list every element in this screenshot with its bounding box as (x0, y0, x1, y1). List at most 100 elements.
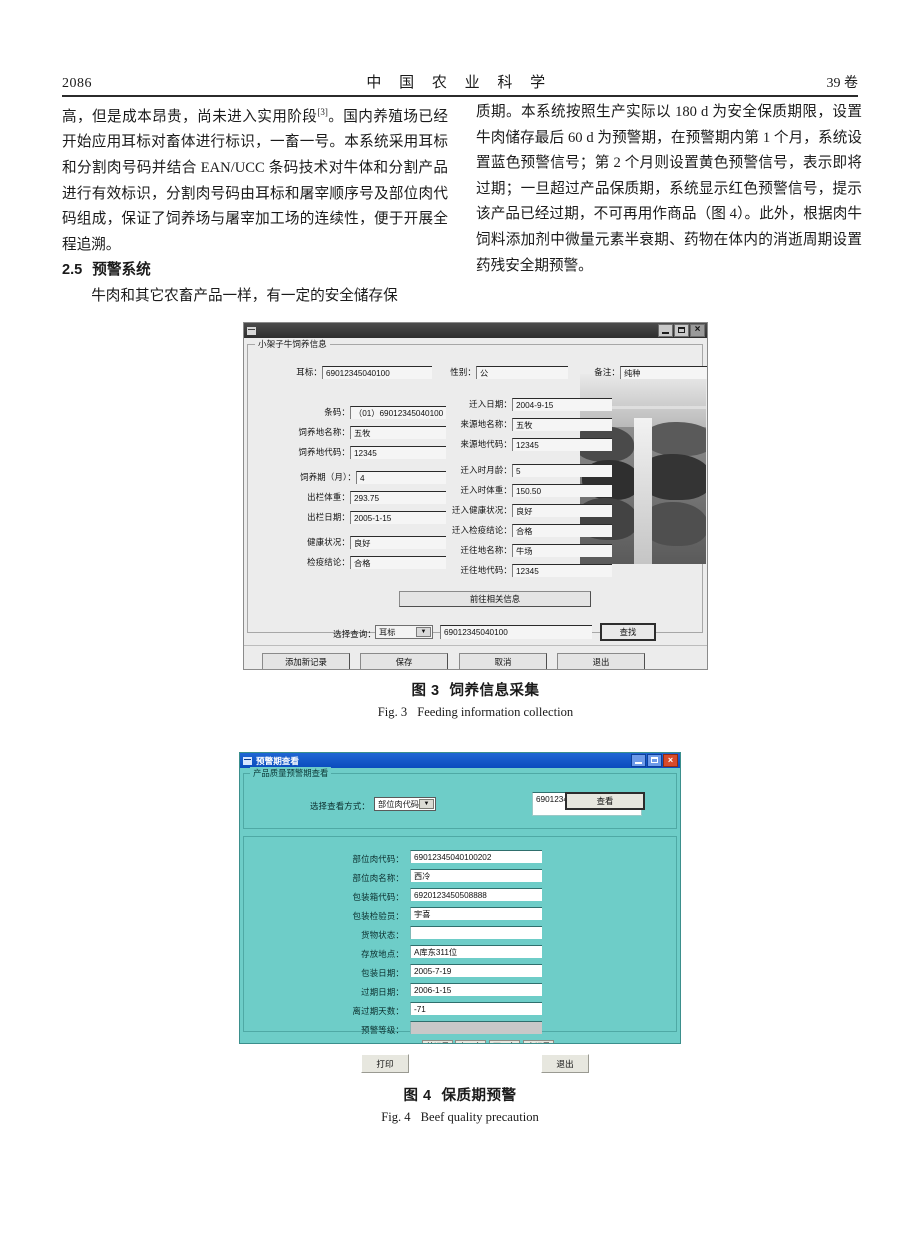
query-value-input[interactable]: 69012345040100 (440, 625, 592, 639)
out-weight-input[interactable]: 293.75 (350, 491, 446, 504)
field-label: 部位肉代码： (352, 854, 404, 864)
field-row-farm-name: 饲养地名称： 五牧 (286, 426, 446, 439)
field-label: 迁入检疫结论： (451, 525, 512, 535)
field-row-quarantine: 检疫结论： 合格 (286, 556, 446, 569)
warning-period-window: 预警期查看 × 产品质量预警期查看 选择查看方式： 部位肉代码 ▼ 690123… (239, 752, 681, 1044)
window-body: 产品质量预警期查看 选择查看方式： 部位肉代码 ▼ 69012345040100… (240, 767, 680, 1043)
storage-location-input[interactable]: A库东311位 (410, 945, 542, 958)
field-label: 预警等级： (361, 1025, 404, 1035)
field-row-movein-weight: 迁入时体重： 150.50 (446, 484, 612, 497)
cut-meat-code-input[interactable]: 69012345040100202 (410, 850, 542, 863)
search-button[interactable]: 查找 (600, 623, 656, 641)
field-label: 包装日期： (361, 968, 404, 978)
left-paragraph-1: 高，但是成本昂贵，尚未进入实用阶段[3]。国内养殖场已经开始应用耳标对畜体进行标… (62, 100, 448, 258)
save-button[interactable]: 保存 (360, 653, 448, 669)
field-row-movein-age: 迁入时月龄： 5 (446, 464, 612, 477)
out-date-input[interactable]: 2005-1-15 (350, 511, 446, 524)
move-in-age-input[interactable]: 5 (512, 464, 612, 477)
farm-code-input[interactable]: 12345 (350, 446, 446, 459)
figure-4: 预警期查看 × 产品质量预警期查看 选择查看方式： 部位肉代码 ▼ 690123… (239, 752, 681, 1125)
move-in-date-input[interactable]: 2004-9-15 (512, 398, 612, 411)
caption-cn-text: 保质期预警 (441, 1088, 517, 1104)
feeding-fields: 耳标： 69012345040100 性别： 公 备注： 纯种 条码： （01）… (244, 338, 707, 669)
last-record-button[interactable]: 末记录 (523, 1040, 555, 1043)
destination-code-input[interactable]: 12345 (512, 564, 612, 577)
section-title: 预警系统 (92, 262, 151, 279)
caption-cn-label: 图 3 (411, 683, 440, 699)
destination-name-input[interactable]: 牛场 (512, 544, 612, 557)
window-titlebar: 预警期查看 × (240, 753, 680, 768)
field-label: 条码： (324, 407, 350, 417)
add-record-button[interactable]: 添加新记录 (262, 653, 350, 669)
minimize-button[interactable] (631, 754, 646, 767)
caption-chinese: 图 3 饲养信息采集 (243, 679, 708, 700)
move-in-health-input[interactable]: 良好 (512, 504, 612, 517)
field-label: 出栏体重： (307, 492, 350, 502)
goods-status-input[interactable] (410, 926, 542, 939)
field-row-origin-code: 来源地代码： 12345 (446, 438, 612, 451)
close-button[interactable]: × (690, 324, 705, 337)
view-button[interactable]: 查看 (565, 792, 645, 810)
field-label: 包装箱代码： (352, 892, 404, 902)
caption-cn-label: 图 4 (403, 1088, 432, 1104)
exit-button[interactable]: 退出 (557, 653, 645, 669)
field-label: 饲养地名称： (298, 427, 350, 437)
field-label: 性别： (450, 367, 476, 377)
field-label: 货物状态： (361, 930, 404, 940)
eartag-input[interactable]: 69012345040100 (322, 366, 432, 379)
window-titlebar: × (244, 323, 707, 338)
exit-button[interactable]: 退出 (541, 1054, 589, 1073)
previous-record-button[interactable]: 上一条 (455, 1040, 487, 1043)
cancel-button[interactable]: 取消 (459, 653, 547, 669)
chevron-down-icon[interactable]: ▼ (419, 799, 434, 809)
field-label: 迁入时月龄： (460, 465, 512, 475)
caption-cn-text: 饲养信息采集 (449, 683, 540, 699)
caption-en-text: Feeding information collection (417, 705, 574, 719)
barcode-input[interactable]: （01）69012345040100 (350, 406, 446, 419)
origin-name-input[interactable]: 五牧 (512, 418, 612, 431)
field-row-farm-code: 饲养地代码： 12345 (286, 446, 446, 459)
caption-en-label: Fig. 3 (377, 705, 408, 719)
field-label: 饲养地代码： (298, 447, 350, 457)
gender-input[interactable]: 公 (476, 366, 568, 379)
days-to-expiry-input[interactable]: -71 (410, 1002, 542, 1015)
view-mode-value: 部位肉代码 (378, 800, 419, 809)
window-app-icon (247, 326, 256, 335)
move-in-weight-input[interactable]: 150.50 (512, 484, 612, 497)
package-box-code-input[interactable]: 6920123450508888 (410, 888, 542, 901)
package-inspector-input[interactable]: 宇喜 (410, 907, 542, 920)
query-type-dropdown[interactable]: 耳标 ▼ (375, 625, 433, 639)
view-mode-dropdown[interactable]: 部位肉代码 ▼ (374, 797, 436, 811)
field-row-outweight: 出栏体重： 293.75 (286, 491, 446, 504)
package-date-input[interactable]: 2005-7-19 (410, 964, 542, 977)
next-record-button[interactable]: 下一条 (489, 1040, 521, 1043)
caption-en-label: Fig. 4 (381, 1110, 411, 1124)
first-record-button[interactable]: 首记录 (422, 1040, 454, 1043)
print-button[interactable]: 打印 (361, 1054, 409, 1073)
warning-level-value (410, 1021, 542, 1034)
minimize-button[interactable] (658, 324, 673, 337)
field-row-gender: 性别： 公 (442, 366, 568, 379)
figure-4-caption: 图 4 保质期预警 Fig. 4 Beef quality precaution (239, 1084, 681, 1125)
farm-name-input[interactable]: 五牧 (350, 426, 446, 439)
journal-title: 中 国 农 业 科 学 (366, 75, 553, 91)
maximize-button[interactable] (674, 324, 689, 337)
chevron-down-icon[interactable]: ▼ (416, 627, 431, 637)
health-status-input[interactable]: 良好 (350, 536, 446, 549)
field-row-eartag: 耳标： 69012345040100 (274, 366, 432, 379)
close-button[interactable]: × (663, 754, 678, 767)
origin-code-input[interactable]: 12345 (512, 438, 612, 451)
reference-marker: [3] (317, 107, 328, 117)
move-in-quarantine-input[interactable]: 合格 (512, 524, 612, 537)
field-row-dest-code: 迁往地代码： 12345 (446, 564, 612, 577)
maximize-button[interactable] (647, 754, 662, 767)
quarantine-conclusion-input[interactable]: 合格 (350, 556, 446, 569)
field-row-barcode: 条码： （01）69012345040100 (286, 406, 446, 419)
related-info-button[interactable]: 前往相关信息 (399, 591, 591, 607)
cut-meat-name-input[interactable]: 西冷 (410, 869, 542, 882)
window-app-icon (243, 756, 252, 765)
expiry-date-input[interactable]: 2006-1-15 (410, 983, 542, 996)
feeding-period-input[interactable]: 4 (356, 471, 446, 484)
window-title: 预警期查看 (256, 755, 299, 766)
remark-input[interactable]: 纯种 (620, 366, 707, 379)
